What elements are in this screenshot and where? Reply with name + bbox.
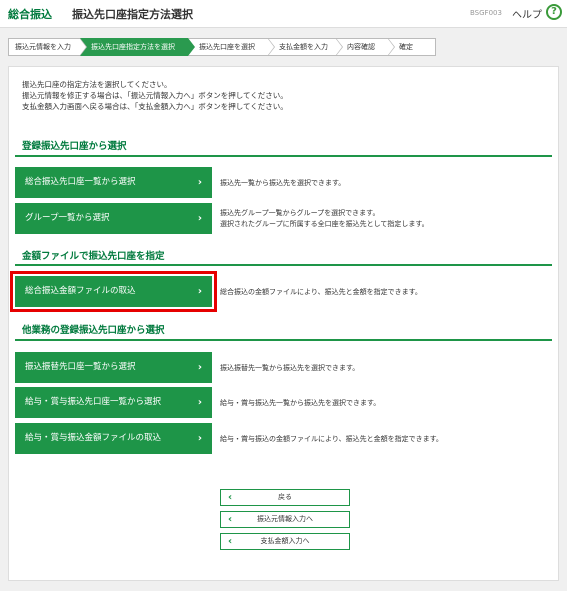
help-link[interactable]: ヘルプ — [512, 6, 542, 21]
desc-group-list-1: 振込先グループ一覧からグループを選択できます。 — [220, 209, 380, 217]
button-label: 支払金額入力へ — [260, 537, 310, 545]
intro-text: 振込先口座の指定方法を選択してください。 振込元情報を修正する場合は、「振込元情… — [22, 79, 288, 112]
chevron-left-icon: ‹ — [228, 536, 233, 547]
intro-line-3: 支払金額入力画面へ戻る場合は、「支払金額入力へ」ボタンを押してください。 — [22, 102, 288, 111]
chevron-right-icon: › — [197, 362, 202, 373]
help-icon[interactable]: ? — [546, 4, 562, 20]
intro-line-1: 振込先口座の指定方法を選択してください。 — [22, 80, 172, 89]
desc-group-list-2: 選択されたグループに所属する全口座を振込先として指定します。 — [220, 220, 429, 228]
button-label: 給与・賞与振込先口座一覧から選択 — [25, 397, 162, 407]
button-label: 振込振替先口座一覧から選択 — [25, 362, 136, 372]
select-from-transfer-list-button[interactable]: 振込振替先口座一覧から選択 › — [15, 352, 212, 383]
intro-line-2: 振込元情報を修正する場合は、「振込元情報入力へ」ボタンを押してください。 — [22, 91, 288, 100]
desc-account-list: 振込先一覧から振込先を選択できます。 — [220, 179, 346, 187]
chevron-left-icon: ‹ — [228, 492, 233, 503]
button-label: 総合振込先口座一覧から選択 — [25, 177, 136, 187]
section-title-registered: 登録振込先口座から選択 — [22, 141, 127, 152]
step-select-method: 振込先口座指定方法を選択 — [80, 38, 195, 56]
section-title-file: 金額ファイルで振込先口座を指定 — [22, 251, 165, 262]
chevron-right-icon: › — [197, 177, 202, 188]
button-label: 給与・賞与振込金額ファイルの取込 — [25, 433, 162, 443]
chevron-left-icon: ‹ — [228, 514, 233, 525]
progress-steps: 振込元情報を入力 振込先口座指定方法を選択 振込先口座を選択 支払金額を入力 内… — [8, 38, 436, 56]
page-title: 振込先口座指定方法選択 — [72, 8, 193, 21]
import-amount-file-button[interactable]: 総合振込金額ファイルの取込 › — [10, 271, 217, 312]
button-label: 総合振込金額ファイルの取込 — [25, 286, 136, 296]
select-from-group-list-button[interactable]: グループ一覧から選択 › — [15, 203, 212, 234]
chevron-right-icon: › — [197, 286, 202, 297]
select-from-salary-list-button[interactable]: 給与・賞与振込先口座一覧から選択 › — [15, 387, 212, 418]
button-label: グループ一覧から選択 — [25, 213, 110, 223]
to-amount-input-button[interactable]: ‹ 支払金額入力へ — [220, 533, 350, 550]
step-confirm: 内容確認 — [336, 38, 395, 56]
desc-salary-list: 給与・賞与振込先一覧から振込先を選択できます。 — [220, 399, 381, 407]
section-divider — [15, 264, 552, 266]
section-divider — [15, 155, 552, 157]
chevron-right-icon: › — [197, 213, 202, 224]
desc-transfer-list: 振込振替先一覧から振込先を選択できます。 — [220, 364, 360, 372]
main-panel: 振込先口座の指定方法を選択してください。 振込元情報を修正する場合は、「振込元情… — [8, 66, 559, 581]
chevron-right-icon: › — [197, 433, 202, 444]
section-title-other: 他業務の登録振込先口座から選択 — [22, 325, 165, 336]
step-complete: 確定 — [388, 38, 436, 56]
header-bar: 総合振込 振込先口座指定方法選択 BSGF003 ヘルプ ? — [0, 0, 567, 28]
to-source-info-button[interactable]: ‹ 振込元情報入力へ — [220, 511, 350, 528]
select-from-account-list-button[interactable]: 総合振込先口座一覧から選択 › — [15, 167, 212, 198]
step-source-info: 振込元情報を入力 — [8, 38, 87, 56]
desc-salary-file: 給与・賞与振込の金額ファイルにより、振込先と金額を指定できます。 — [220, 435, 443, 443]
step-select-account: 振込先口座を選択 — [188, 38, 275, 56]
step-enter-amount: 支払金額を入力 — [268, 38, 343, 56]
app-title: 総合振込 — [8, 8, 52, 21]
chevron-right-icon: › — [197, 397, 202, 408]
button-label: 戻る — [278, 493, 292, 501]
back-button[interactable]: ‹ 戻る — [220, 489, 350, 506]
import-salary-file-button[interactable]: 給与・賞与振込金額ファイルの取込 › — [15, 423, 212, 454]
desc-amount-file: 総合振込の金額ファイルにより、振込先と金額を指定できます。 — [220, 288, 422, 296]
screen-id: BSGF003 — [470, 9, 502, 17]
button-label: 振込元情報入力へ — [257, 515, 313, 523]
section-divider — [15, 339, 552, 341]
